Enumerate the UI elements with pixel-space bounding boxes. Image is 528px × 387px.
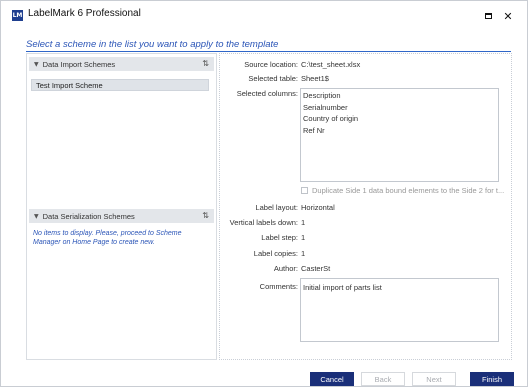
back-button[interactable]: Back bbox=[361, 372, 405, 386]
maximize-button[interactable] bbox=[481, 9, 495, 23]
comments-text: Initial import of parts list bbox=[303, 283, 382, 292]
maximize-icon bbox=[484, 13, 492, 19]
empty-list-message: No items to display. Please, proceed to … bbox=[33, 230, 182, 246]
header-divider bbox=[26, 51, 511, 52]
import-schemes-title: Data Import Schemes bbox=[42, 59, 116, 69]
label-layout-value: Horizontal bbox=[301, 203, 335, 212]
selected-table-label: Selected table: bbox=[248, 74, 298, 83]
wizard-window: LM LabelMark 6 Professional ✕ Select a s… bbox=[0, 0, 528, 387]
label-step-label: Label step: bbox=[261, 233, 298, 242]
label-layout-label: Label layout: bbox=[255, 203, 298, 212]
scheme-details-panel: Source location: C:\test_sheet.xlsx Sele… bbox=[219, 53, 512, 360]
scheme-list-panel: ▼ Data Import Schemes ⇅ Test Import Sche… bbox=[26, 53, 217, 360]
comments-label: Comments: bbox=[259, 282, 298, 291]
instruction-text: Select a scheme in the list you want to … bbox=[26, 39, 279, 50]
selected-columns-label: Selected columns: bbox=[236, 89, 298, 98]
duplicate-side-checkbox-row[interactable]: Duplicate Side 1 data bound elements to … bbox=[301, 186, 504, 195]
selected-columns-list[interactable]: Description Serialnumber Country of orig… bbox=[300, 88, 499, 182]
close-icon: ✕ bbox=[503, 9, 513, 23]
source-location-label: Source location: bbox=[244, 60, 298, 69]
cancel-button[interactable]: Cancel bbox=[310, 372, 354, 386]
sort-icon[interactable]: ⇅ bbox=[202, 211, 209, 220]
selected-table-value: Sheet1$ bbox=[301, 74, 329, 83]
next-button[interactable]: Next bbox=[412, 372, 456, 386]
list-item[interactable]: Test Import Scheme bbox=[31, 79, 209, 91]
close-button[interactable]: ✕ bbox=[501, 9, 515, 23]
duplicate-side-checkbox-label: Duplicate Side 1 data bound elements to … bbox=[312, 186, 505, 195]
author-value: CasterSt bbox=[301, 264, 331, 273]
source-location-value: C:\test_sheet.xlsx bbox=[301, 60, 361, 69]
vertical-labels-down-label: Vertical labels down: bbox=[229, 218, 298, 227]
vertical-labels-down-value: 1 bbox=[301, 218, 306, 227]
list-item: Description bbox=[303, 91, 341, 100]
window-title: LabelMark 6 Professional bbox=[28, 8, 141, 19]
serialization-schemes-title: Data Serialization Schemes bbox=[42, 211, 135, 221]
serialization-schemes-header[interactable]: ▼ Data Serialization Schemes ⇅ bbox=[29, 209, 214, 223]
collapse-triangle-icon[interactable]: ▼ bbox=[34, 61, 39, 68]
list-item: Ref Nr bbox=[303, 125, 325, 135]
label-step-value: 1 bbox=[301, 233, 306, 242]
label-copies-label: Label copies: bbox=[253, 249, 298, 258]
list-item: Country of origin bbox=[303, 114, 359, 123]
author-label: Author: bbox=[273, 264, 298, 273]
label-copies-value: 1 bbox=[301, 249, 306, 258]
collapse-triangle-icon[interactable]: ▼ bbox=[34, 213, 39, 220]
sort-icon[interactable]: ⇅ bbox=[202, 59, 209, 68]
title-bar: LM LabelMark 6 Professional ✕ bbox=[1, 1, 527, 31]
import-schemes-header[interactable]: ▼ Data Import Schemes ⇅ bbox=[29, 57, 214, 71]
app-logo-icon: LM bbox=[12, 10, 23, 21]
finish-button[interactable]: Finish bbox=[470, 372, 514, 386]
list-item: Serialnumber bbox=[303, 102, 348, 112]
comments-box[interactable]: Initial import of parts list bbox=[300, 278, 499, 342]
duplicate-side-checkbox[interactable] bbox=[301, 187, 308, 194]
